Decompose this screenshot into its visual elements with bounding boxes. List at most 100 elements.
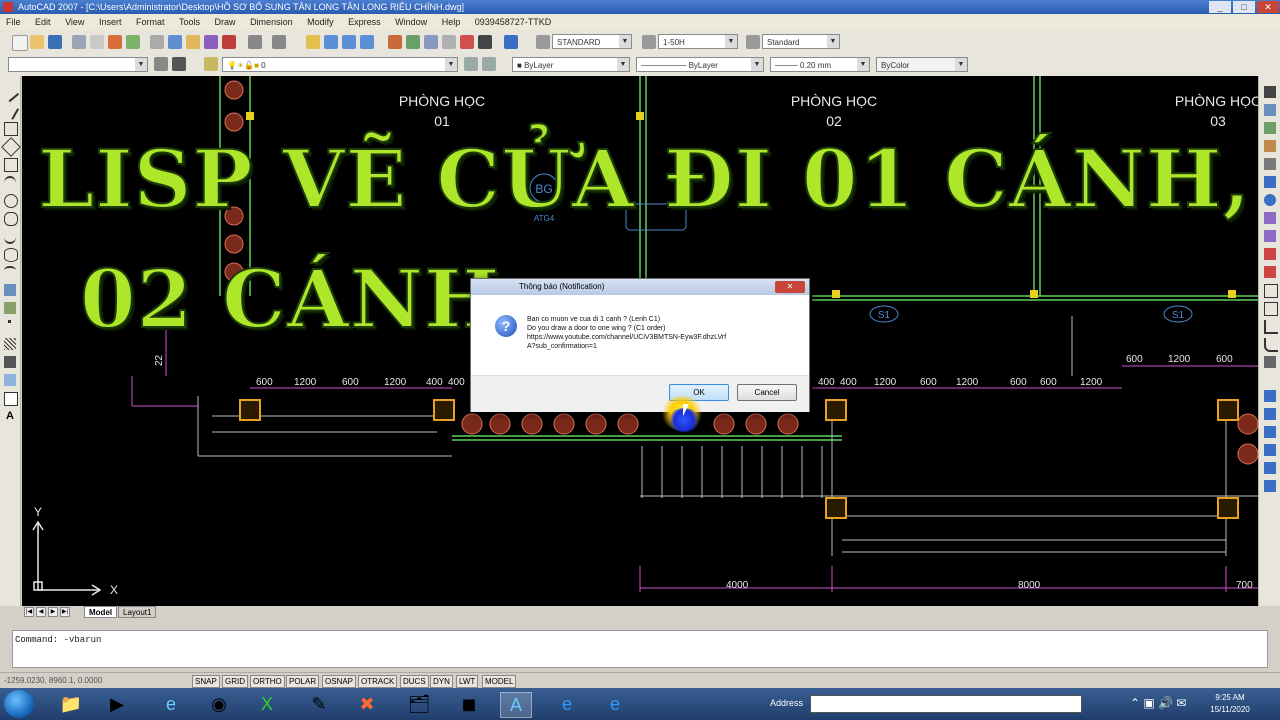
edge-icon[interactable]: e [552,692,582,716]
line-icon[interactable] [0,83,20,103]
autocad-taskbar-icon[interactable]: A [500,692,532,718]
arc-icon[interactable] [4,176,16,190]
menu-file[interactable]: File [0,14,27,30]
scale-icon[interactable] [1264,212,1276,224]
ellipse-icon[interactable] [4,248,18,262]
polyline-icon[interactable] [4,122,18,136]
app-icon[interactable]: 🗂 [404,692,434,716]
cut-icon[interactable] [150,35,164,49]
extend-icon[interactable] [1264,266,1276,278]
menu-help[interactable]: Help [436,14,467,30]
menu-dimension[interactable]: Dimension [244,14,299,30]
quickcalc-icon[interactable] [478,35,492,49]
menu-insert[interactable]: Insert [93,14,128,30]
prev-tab-icon[interactable]: ◀ [36,607,46,617]
linetype-control-select[interactable]: ──────── ByLayer ▼ [636,57,764,72]
dim-style-select[interactable]: 1-50H ▼ [658,34,738,49]
app-icon[interactable]: ◼ [454,692,484,716]
save-icon[interactable] [48,35,62,49]
address-input[interactable] [810,695,1082,713]
ducs-toggle[interactable]: DUCS [400,675,429,688]
print-icon[interactable] [72,35,86,49]
ellipse-arc-icon[interactable] [4,266,16,280]
stretch-icon[interactable] [1264,230,1276,242]
zoom-realtime-icon[interactable] [324,35,338,49]
snap-toggle[interactable]: SNAP [192,675,220,688]
make-current-layer-icon[interactable] [464,57,478,71]
undo-icon[interactable] [248,35,262,49]
workspace-select[interactable]: ▼ [8,57,148,72]
menu-window[interactable]: Window [389,14,433,30]
last-tab-icon[interactable]: ▶| [60,607,70,617]
layer-manager-icon[interactable] [204,57,218,71]
tab-model[interactable]: Model [84,606,118,618]
cancel-button[interactable]: Cancel [737,384,797,401]
copy-object-icon[interactable] [1264,104,1276,116]
excel-icon[interactable]: X [252,692,282,716]
gradient-icon[interactable] [4,356,16,368]
ok-button[interactable]: OK [669,384,729,401]
rectangle-icon[interactable] [4,158,18,172]
snap-endpoint-icon[interactable] [1264,426,1276,438]
internet-explorer-icon[interactable]: e [156,692,186,716]
design-center-icon[interactable] [406,35,420,49]
help-icon[interactable] [504,35,518,49]
menu-edit[interactable]: Edit [29,14,57,30]
model-toggle[interactable]: MODEL [482,675,517,688]
menu-tools[interactable]: Tools [173,14,206,30]
color-control-select[interactable]: ■ ByLayer ▼ [512,57,630,72]
hatch-icon[interactable] [4,338,16,350]
chrome-icon[interactable]: ◉ [204,692,234,716]
menu-express[interactable]: Express [342,14,387,30]
taskbar-clock[interactable]: 9:25 AM 15/11/2020 [1208,692,1252,716]
minimize-button[interactable]: _ [1209,1,1231,13]
menu-view[interactable]: View [59,14,90,30]
tool-palettes-icon[interactable] [424,35,438,49]
break-icon[interactable] [1264,284,1278,298]
sheet-set-icon[interactable] [442,35,456,49]
app-icon[interactable]: ✎ [304,692,334,716]
menu-draw[interactable]: Draw [209,14,242,30]
redo-icon[interactable] [272,35,286,49]
mirror-icon[interactable] [1264,122,1276,134]
spline-icon[interactable] [4,230,16,244]
explode-icon[interactable] [1264,356,1276,368]
multiline-text-icon[interactable]: A [4,410,16,422]
block-editor-icon[interactable] [222,35,236,49]
edge-icon[interactable]: e [600,692,630,716]
polygon-icon[interactable] [1,137,21,157]
snap-intersection-icon[interactable] [1264,462,1276,474]
layer-select[interactable]: 💡☀🔓■ 0 ▼ [222,57,458,72]
construction-line-icon[interactable] [0,102,20,120]
plot-style-select[interactable]: ByColor ▼ [876,57,968,72]
properties-icon[interactable] [388,35,402,49]
table-style-select[interactable]: Standard ▼ [762,34,840,49]
circle-icon[interactable] [4,194,18,208]
array-icon[interactable] [1264,158,1276,170]
lineweight-control-select[interactable]: ──── 0.20 mm ▼ [770,57,870,72]
offset-icon[interactable] [1264,140,1276,152]
copy-icon[interactable] [168,35,182,49]
ortho-toggle[interactable]: ORTHO [250,675,285,688]
zoom-window-icon[interactable] [342,35,356,49]
pan-icon[interactable] [306,35,320,49]
lwt-toggle[interactable]: LWT [456,675,479,688]
tab-layout1[interactable]: Layout1 [118,606,157,618]
dimension-icon[interactable] [1264,390,1276,402]
insert-block-icon[interactable] [4,284,16,296]
otrack-toggle[interactable]: OTRACK [358,675,398,688]
erase-icon[interactable] [1264,86,1276,98]
menu-format[interactable]: Format [130,14,171,30]
maximize-button[interactable]: □ [1233,1,1255,13]
osnap-toggle[interactable]: OSNAP [322,675,357,688]
rotate-icon[interactable] [1264,194,1276,206]
dyn-toggle[interactable]: DYN [430,675,453,688]
snap-center-icon[interactable] [1264,480,1276,492]
trim-icon[interactable] [1264,248,1276,260]
table-icon[interactable] [4,392,18,406]
region-icon[interactable] [4,374,16,386]
object-snap-icon[interactable] [1264,408,1276,420]
join-icon[interactable] [1264,302,1278,316]
snap-midpoint-icon[interactable] [1264,444,1276,456]
revision-cloud-icon[interactable] [4,212,18,226]
